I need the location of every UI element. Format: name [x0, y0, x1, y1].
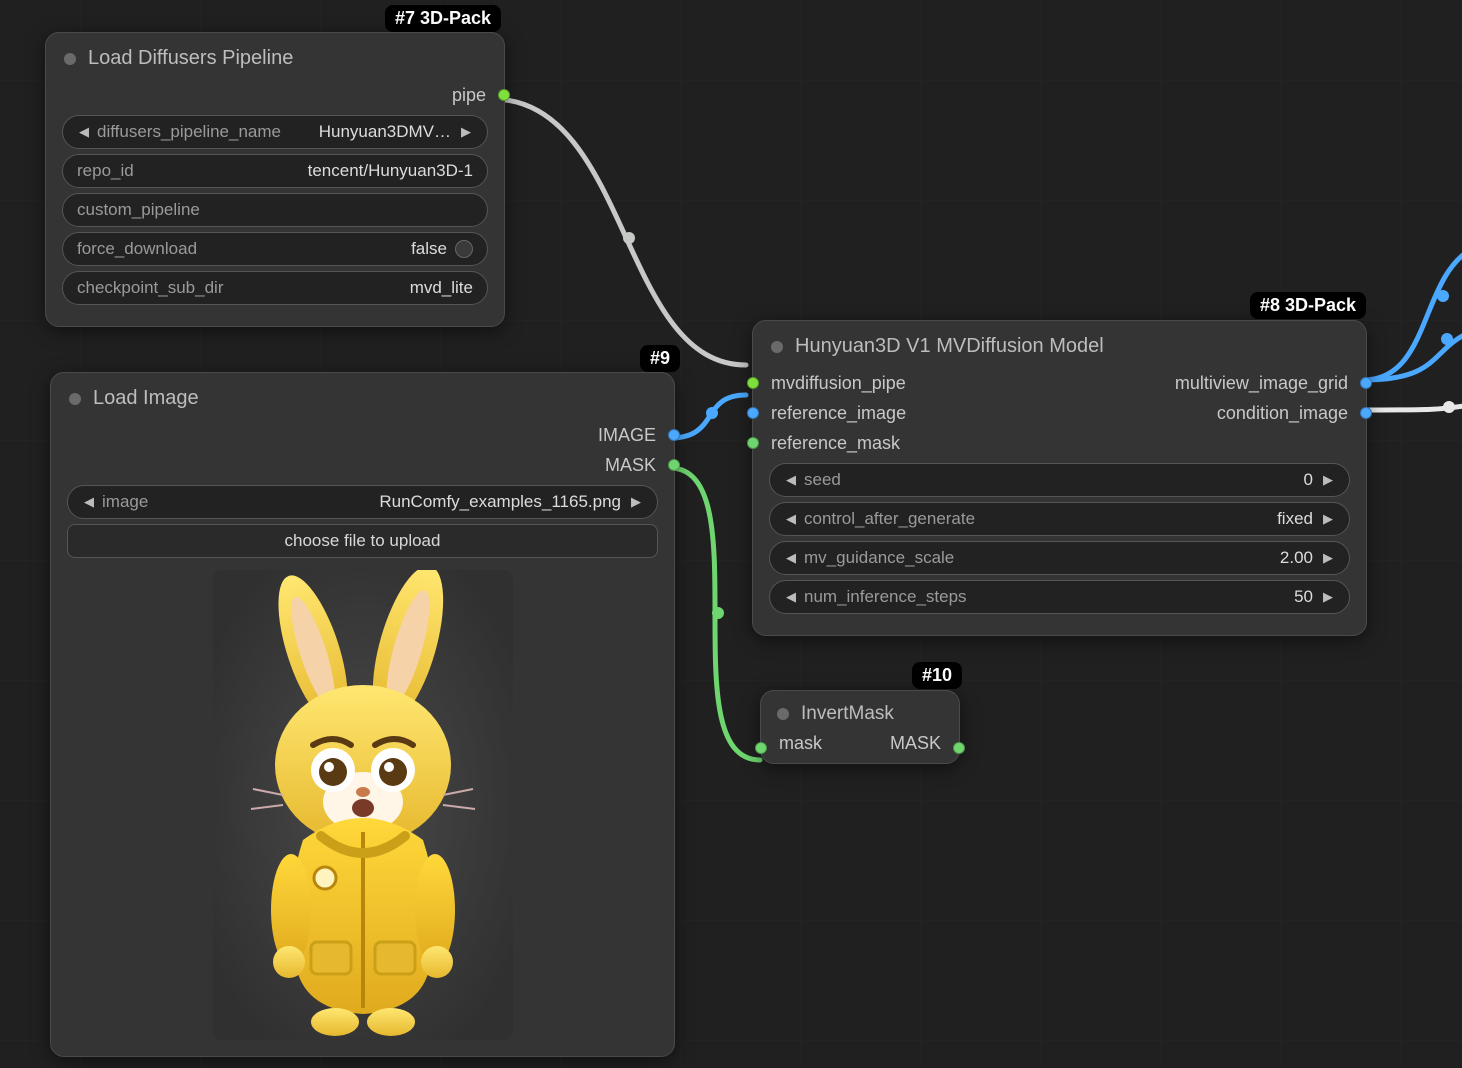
widget-label: force_download — [77, 239, 197, 259]
widget-force-download[interactable]: force_download false — [62, 232, 488, 266]
widget-value: fixed — [1277, 509, 1313, 529]
upload-button[interactable]: choose file to upload — [67, 524, 658, 558]
widget-label: image — [102, 492, 148, 512]
slot-label: pipe — [452, 85, 486, 106]
slot-label: reference_image — [771, 403, 906, 424]
chevron-left-icon[interactable]: ◀ — [784, 550, 798, 566]
port-out-pipe[interactable] — [498, 89, 510, 101]
widget-label: seed — [804, 470, 1298, 490]
badge-node-7: #7 3D-Pack — [385, 5, 501, 32]
port-in-mask[interactable] — [755, 742, 767, 754]
badge-node-9: #9 — [640, 345, 680, 372]
port-out-image[interactable] — [668, 429, 680, 441]
widget-value: false — [411, 239, 447, 259]
widget-value: 0 — [1304, 470, 1313, 490]
port-out-grid[interactable] — [1360, 377, 1372, 389]
widget-label: custom_pipeline — [77, 200, 200, 220]
collapse-dot-icon[interactable] — [771, 341, 783, 353]
widget-value: RunComfy_examples_1165.png — [154, 492, 621, 512]
chevron-right-icon[interactable]: ▶ — [1321, 550, 1335, 566]
output-slot-pipe[interactable]: pipe — [46, 80, 504, 110]
slot-label: mask — [779, 733, 822, 754]
widget-image-file[interactable]: ◀ image RunComfy_examples_1165.png ▶ — [67, 485, 658, 519]
chevron-left-icon[interactable]: ◀ — [784, 589, 798, 605]
widget-num-inference-steps[interactable]: ◀ num_inference_steps 50 ▶ — [769, 580, 1350, 614]
slot-label: MASK — [605, 455, 656, 476]
slot-row: mask MASK — [761, 733, 959, 763]
node-header[interactable]: InvertMask — [761, 691, 959, 733]
node-title: InvertMask — [801, 703, 894, 725]
port-in-image[interactable] — [747, 407, 759, 419]
node-header[interactable]: Load Image — [51, 373, 674, 420]
widget-diffusers-pipeline-name[interactable]: ◀ diffusers_pipeline_name Hunyuan3DMV… ▶ — [62, 115, 488, 149]
collapse-dot-icon[interactable] — [64, 53, 76, 65]
image-preview — [67, 570, 658, 1040]
node-invert-mask[interactable]: InvertMask mask MASK — [760, 690, 960, 764]
slot-row-2: reference_image condition_image — [753, 398, 1366, 428]
widget-label: control_after_generate — [804, 509, 1271, 529]
slot-label: mvdiffusion_pipe — [771, 373, 906, 394]
node-title: Hunyuan3D V1 MVDiffusion Model — [795, 335, 1104, 358]
widget-value: mvd_lite — [410, 278, 473, 298]
output-slot-mask[interactable]: MASK — [51, 450, 674, 480]
output-slot-image[interactable]: IMAGE — [51, 420, 674, 450]
node-header[interactable]: Hunyuan3D V1 MVDiffusion Model — [753, 321, 1366, 368]
node-load-image[interactable]: Load Image IMAGE MASK ◀ image RunComfy_e… — [50, 372, 675, 1057]
chevron-right-icon[interactable]: ▶ — [629, 494, 643, 510]
chevron-left-icon[interactable]: ◀ — [82, 494, 96, 510]
collapse-dot-icon[interactable] — [777, 708, 789, 720]
slot-row-1: mvdiffusion_pipe multiview_image_grid — [753, 368, 1366, 398]
chevron-left-icon[interactable]: ◀ — [77, 124, 91, 140]
port-in-pipe[interactable] — [747, 377, 759, 389]
chevron-right-icon[interactable]: ▶ — [1321, 472, 1335, 488]
node-title: Load Diffusers Pipeline — [88, 47, 293, 70]
node-title: Load Image — [93, 387, 199, 410]
port-out-cond[interactable] — [1360, 407, 1372, 419]
node-header[interactable]: Load Diffusers Pipeline — [46, 33, 504, 80]
widget-repo-id[interactable]: repo_id tencent/Hunyuan3D-1 — [62, 154, 488, 188]
button-label: choose file to upload — [285, 531, 441, 551]
chevron-right-icon[interactable]: ▶ — [1321, 589, 1335, 605]
slot-label: MASK — [890, 733, 941, 754]
preview-bunny-icon — [213, 570, 513, 1040]
widget-label: repo_id — [77, 161, 134, 181]
slot-label: IMAGE — [598, 425, 656, 446]
port-in-mask[interactable] — [747, 437, 759, 449]
widget-value: 50 — [1294, 587, 1313, 607]
widget-label: num_inference_steps — [804, 587, 1288, 607]
port-out-mask[interactable] — [953, 742, 965, 754]
widget-checkpoint-sub-dir[interactable]: checkpoint_sub_dir mvd_lite — [62, 271, 488, 305]
widget-label: mv_guidance_scale — [804, 548, 1274, 568]
node-hunyuan3d-mvdiffusion[interactable]: Hunyuan3D V1 MVDiffusion Model mvdiffusi… — [752, 320, 1367, 636]
widget-mv-guidance-scale[interactable]: ◀ mv_guidance_scale 2.00 ▶ — [769, 541, 1350, 575]
port-out-mask[interactable] — [668, 459, 680, 471]
widget-custom-pipeline[interactable]: custom_pipeline — [62, 193, 488, 227]
collapse-dot-icon[interactable] — [69, 393, 81, 405]
slot-row-3: reference_mask — [753, 428, 1366, 458]
chevron-right-icon[interactable]: ▶ — [1321, 511, 1335, 527]
widget-seed[interactable]: ◀ seed 0 ▶ — [769, 463, 1350, 497]
badge-node-8: #8 3D-Pack — [1250, 292, 1366, 319]
widget-label: checkpoint_sub_dir — [77, 278, 223, 298]
widget-label: diffusers_pipeline_name — [97, 122, 281, 142]
widget-value: tencent/Hunyuan3D-1 — [308, 161, 473, 181]
widget-control-after-generate[interactable]: ◀ control_after_generate fixed ▶ — [769, 502, 1350, 536]
chevron-right-icon[interactable]: ▶ — [459, 124, 473, 140]
node-load-diffusers-pipeline[interactable]: Load Diffusers Pipeline pipe ◀ diffusers… — [45, 32, 505, 327]
toggle-icon[interactable] — [455, 240, 473, 258]
widget-value: Hunyuan3DMV… — [287, 122, 451, 142]
slot-label: multiview_image_grid — [1175, 373, 1348, 394]
slot-label: reference_mask — [771, 433, 900, 454]
widget-value: 2.00 — [1280, 548, 1313, 568]
slot-label: condition_image — [1217, 403, 1348, 424]
chevron-left-icon[interactable]: ◀ — [784, 472, 798, 488]
chevron-left-icon[interactable]: ◀ — [784, 511, 798, 527]
badge-node-10: #10 — [912, 662, 962, 689]
